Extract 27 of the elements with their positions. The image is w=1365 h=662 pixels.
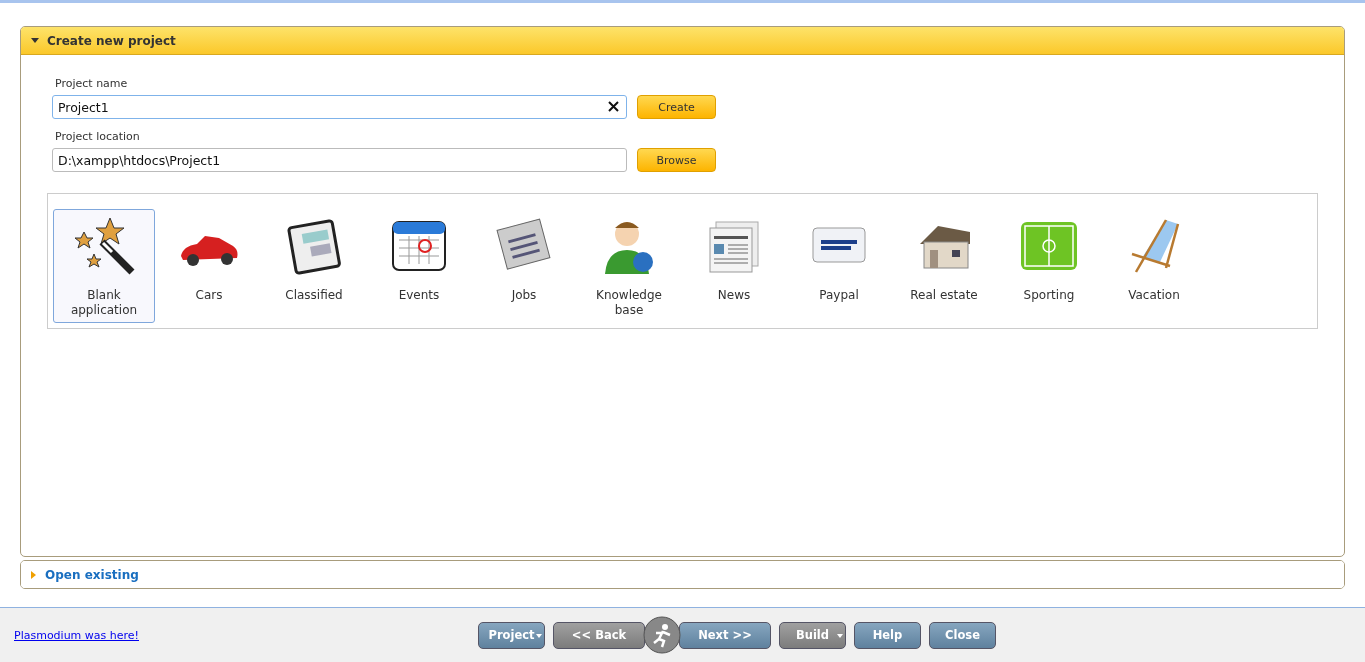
section-title: Create new project <box>47 33 176 48</box>
section-title: Open existing <box>45 567 139 582</box>
template-item[interactable]: Events <box>368 209 470 323</box>
field-label: Project location <box>55 130 141 143</box>
template-item[interactable]: Real estate <box>893 209 995 323</box>
template-item[interactable]: News <box>683 209 785 323</box>
section-header[interactable]: Open existing <box>21 561 1344 588</box>
action-button[interactable]: Create <box>637 95 716 119</box>
input-field[interactable]: Project1 <box>52 95 627 119</box>
section-header[interactable]: Create new project <box>21 27 1344 55</box>
template-item[interactable]: Blank application <box>53 209 155 323</box>
caret-icon <box>536 633 542 638</box>
template-item[interactable]: Vacation <box>1103 209 1205 323</box>
template-item[interactable]: Classified <box>263 209 365 323</box>
close-icon[interactable] <box>608 101 619 112</box>
template-item[interactable]: Sporting <box>998 209 1100 323</box>
template-item[interactable]: Knowledge base <box>578 209 680 323</box>
running-man-icon[interactable] <box>643 616 681 654</box>
input-field[interactable]: D:\xampp\htdocs\Project1 <box>52 148 627 172</box>
caret-icon <box>837 633 843 638</box>
collapse-icon[interactable] <box>31 37 39 44</box>
field-label: Project name <box>55 77 129 90</box>
template-item[interactable]: Jobs <box>473 209 575 323</box>
footer-link[interactable]: Plasmodium was here! <box>14 628 478 642</box>
template-item[interactable]: Paypal <box>788 209 890 323</box>
action-button[interactable]: Browse <box>637 148 716 172</box>
template-item[interactable]: Cars <box>158 209 260 323</box>
